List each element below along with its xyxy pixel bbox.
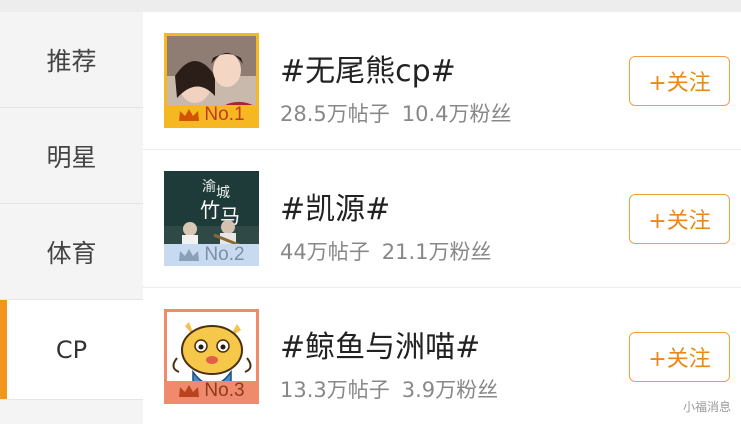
sidebar-item-label: 体育 <box>46 238 97 268</box>
topic-thumbnail: No.3 <box>164 309 259 404</box>
follow-button[interactable]: +关注 <box>629 194 730 244</box>
topic-title[interactable]: #凯源# <box>280 184 390 228</box>
watermark: 小福消息 <box>682 400 731 414</box>
rank-badge: No.1 <box>167 104 256 125</box>
sidebar-item-recommend[interactable]: 推荐 <box>0 12 143 108</box>
topic-stats: 44万帖子 21.1万粉丝 <box>280 236 492 266</box>
topic-stats: 28.5万帖子 10.4万粉丝 <box>280 98 512 128</box>
sidebar-item-cp[interactable]: CP <box>0 300 143 400</box>
crown-icon <box>179 385 200 397</box>
follow-button[interactable]: +关注 <box>629 56 730 106</box>
active-indicator <box>0 300 7 399</box>
topic-list: No.1 #无尾熊cp# 28.5万帖子10.4万粉丝 +关注 渝 城 竹 马 <box>143 12 741 424</box>
sidebar-item-label: CP <box>55 335 88 364</box>
topic-row[interactable]: No.3 #鲸鱼与洲喵# 13.3万帖子 3.9万粉丝 +关注 <box>143 288 741 426</box>
post-count: 28.5万帖子 <box>280 102 390 126</box>
rank-label: No.3 <box>204 380 245 401</box>
sidebar-item-sports[interactable]: 体育 <box>0 204 143 300</box>
topic-row[interactable]: No.1 #无尾熊cp# 28.5万帖子 10.4万粉丝 +关注 <box>143 12 741 150</box>
crown-icon <box>179 109 200 121</box>
fan-count: 10.4万粉丝 <box>401 102 512 126</box>
topic-thumbnail: No.1 <box>164 33 259 128</box>
post-count: 13.3万帖子 <box>280 378 390 402</box>
svg-text:竹: 竹 <box>200 198 220 222</box>
rank-label: No.1 <box>204 104 245 125</box>
topic-stats: 13.3万帖子 3.9万粉丝 <box>280 374 498 404</box>
top-bar <box>0 0 741 12</box>
svg-text:渝: 渝 <box>202 179 216 195</box>
topic-title[interactable]: #鲸鱼与洲喵# <box>280 322 480 366</box>
crown-icon <box>179 249 200 261</box>
category-sidebar: 推荐 明星 体育 CP <box>0 12 143 424</box>
follow-button[interactable]: +关注 <box>629 332 730 382</box>
fan-count: 21.1万粉丝 <box>381 240 492 264</box>
rank-badge: No.2 <box>164 244 259 266</box>
topic-row[interactable]: 渝 城 竹 马 No.2 #凯源# 44万帖子 21.1万粉丝 +关注 <box>143 150 741 288</box>
fan-count: 3.9万粉丝 <box>401 378 499 402</box>
topic-title[interactable]: #无尾熊cp# <box>280 46 456 90</box>
sidebar-item-label: 推荐 <box>46 46 97 76</box>
sidebar-item-stars[interactable]: 明星 <box>0 108 143 204</box>
rank-label: No.2 <box>204 244 245 265</box>
topic-thumbnail: 渝 城 竹 马 No.2 <box>164 171 259 266</box>
rank-badge: No.3 <box>167 380 256 401</box>
sidebar-item-label: 明星 <box>46 142 97 172</box>
post-count: 44万帖子 <box>280 240 370 264</box>
